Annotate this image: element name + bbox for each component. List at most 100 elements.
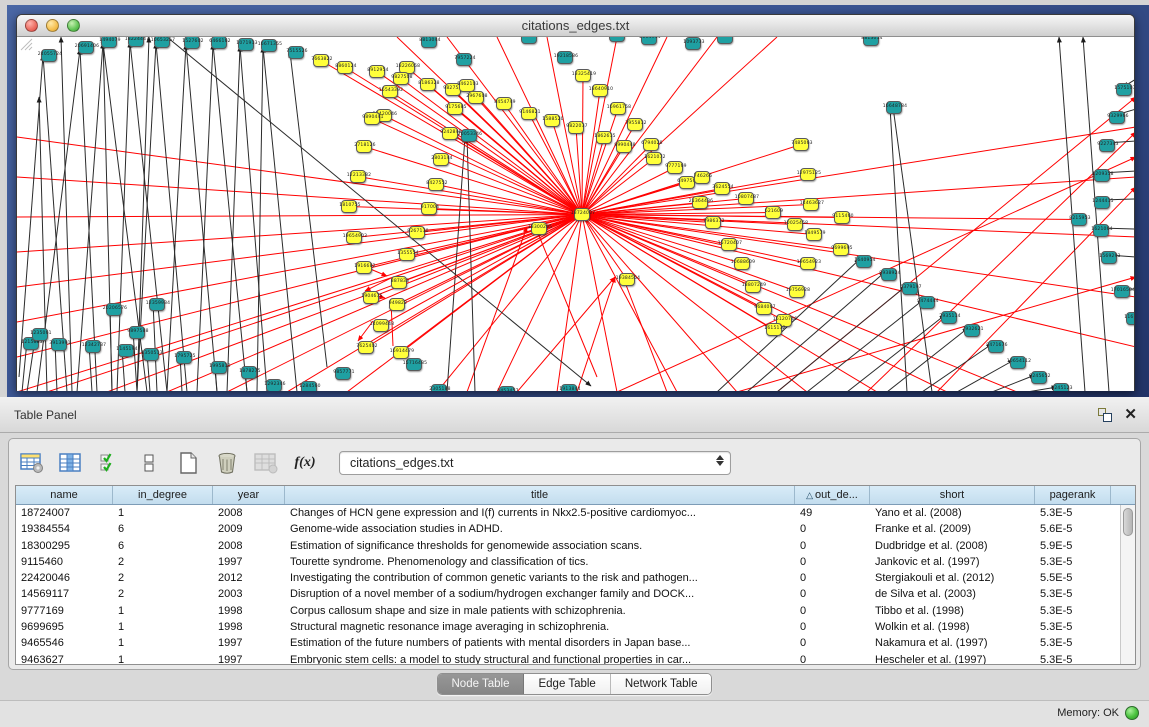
- graph-node[interactable]: 1995810: [211, 361, 227, 374]
- graph-node[interactable]: 1244415: [1094, 196, 1110, 209]
- graph-node[interactable]: 17016504: [1114, 285, 1130, 298]
- graph-node[interactable]: 14463627: [803, 198, 819, 211]
- graph-node[interactable]: 12213382: [350, 170, 366, 183]
- graph-node[interactable]: 1916682: [356, 261, 372, 274]
- graph-node[interactable]: 8813014: [863, 37, 879, 46]
- graph-node[interactable]: 19654903: [346, 231, 362, 244]
- table-select-dropdown[interactable]: citations_edges.txt: [339, 451, 731, 475]
- graph-node[interactable]: 746266: [694, 171, 710, 184]
- column-header-pagerank[interactable]: pagerank: [1035, 486, 1111, 504]
- graph-node[interactable]: 1621064: [1093, 224, 1109, 237]
- row-height-button[interactable]: [136, 450, 162, 476]
- graph-node[interactable]: 10025458: [787, 218, 803, 231]
- table-row[interactable]: 1872400712008Changes of HCN gene express…: [16, 505, 1135, 521]
- column-header-name[interactable]: name: [16, 486, 113, 504]
- graph-node[interactable]: 8267130: [409, 226, 425, 239]
- graph-node[interactable]: 18807249: [745, 280, 761, 293]
- graph-node[interactable]: 1878275: [241, 366, 257, 379]
- column-header-title[interactable]: title: [285, 486, 795, 504]
- table-row[interactable]: 946362711997Embryonic stem cells: a mode…: [16, 652, 1135, 665]
- graph-node[interactable]: 7955812: [627, 118, 643, 131]
- graph-node[interactable]: 9115460: [834, 211, 850, 224]
- graph-node[interactable]: 2803144: [433, 153, 449, 166]
- graph-node[interactable]: 1664874: [521, 37, 537, 44]
- delete-icon[interactable]: [214, 450, 240, 476]
- graph-node[interactable]: 1810755: [341, 200, 357, 213]
- graph-node[interactable]: 7625402: [358, 341, 374, 354]
- tab-edge-table[interactable]: Edge Table: [524, 674, 610, 694]
- graph-node[interactable]: 8938924: [881, 268, 897, 281]
- graph-node[interactable]: 16543392: [382, 85, 398, 98]
- graph-node[interactable]: 10807487: [738, 192, 754, 205]
- graph-node[interactable]: 1209358: [1094, 169, 1110, 182]
- graph-node[interactable]: 8427552: [428, 178, 444, 191]
- graph-node[interactable]: 9146821: [521, 107, 537, 120]
- graph-node[interactable]: 15716485: [406, 358, 422, 371]
- graph-node[interactable]: 8215953: [1071, 213, 1087, 226]
- graph-node[interactable]: 6497568: [679, 176, 695, 189]
- graph-node[interactable]: 1615132: [766, 323, 782, 336]
- tab-network-table[interactable]: Network Table: [611, 674, 712, 694]
- graph-node[interactable]: 20691406: [78, 41, 94, 54]
- graph-node[interactable]: 9245652: [1031, 371, 1047, 384]
- graph-node[interactable]: 19218586: [557, 51, 573, 64]
- graph-node[interactable]: 2064944: [641, 37, 657, 45]
- graph-node[interactable]: 9777169: [667, 161, 683, 174]
- graph-node[interactable]: 9684067: [756, 302, 772, 315]
- graph-node[interactable]: 1235061: [32, 328, 48, 341]
- graph-node[interactable]: 13325419: [575, 69, 591, 82]
- graph-node[interactable]: 16671355: [261, 39, 277, 52]
- graph-node[interactable]: 12975125: [800, 168, 816, 181]
- graph-node[interactable]: 21364436: [692, 196, 708, 209]
- table-row[interactable]: 946554611997Estimation of the future num…: [16, 635, 1135, 651]
- scrollbar-thumb[interactable]: [1123, 508, 1133, 536]
- graph-node[interactable]: 1167531: [1126, 312, 1134, 325]
- graph-node[interactable]: 1588520: [544, 114, 560, 127]
- graph-node[interactable]: 9857771: [335, 367, 351, 380]
- network-window-titlebar[interactable]: citations_edges.txt: [17, 15, 1134, 37]
- column-header-short[interactable]: short: [870, 486, 1035, 504]
- graph-node[interactable]: 7932621: [964, 324, 980, 337]
- graph-node[interactable]: 20053346: [461, 129, 477, 142]
- graph-node[interactable]: 14099448: [373, 319, 389, 332]
- graph-node[interactable]: 1569293: [1101, 251, 1117, 264]
- new-document-button[interactable]: [175, 450, 201, 476]
- graph-node[interactable]: 8471676: [988, 340, 1004, 353]
- graph-node[interactable]: 10654112: [1010, 356, 1026, 369]
- graph-node[interactable]: 6466162: [211, 37, 227, 49]
- graph-node[interactable]: 1355554: [399, 248, 415, 261]
- graph-node[interactable]: 16961758: [610, 102, 626, 115]
- graph-node[interactable]: 3913991: [51, 338, 67, 351]
- close-panel-icon[interactable]: ✕: [1124, 408, 1137, 422]
- graph-node[interactable]: 8186328: [420, 78, 436, 91]
- graph-node[interactable]: 917004: [421, 202, 437, 215]
- graph-node[interactable]: 9827508: [393, 72, 409, 85]
- graph-node[interactable]: 887833: [391, 276, 407, 289]
- graph-node[interactable]: 1145194: [118, 344, 134, 357]
- graph-node[interactable]: 9329966: [1109, 111, 1125, 124]
- graph-node[interactable]: 9897588: [129, 326, 145, 339]
- function-builder-button[interactable]: f(x): [292, 450, 318, 476]
- graph-node[interactable]: 7663822: [313, 54, 329, 67]
- graph-node[interactable]: 9699695: [833, 243, 849, 256]
- select-rows-button[interactable]: [97, 450, 123, 476]
- graph-node[interactable]: 16914479: [393, 346, 409, 359]
- graph-node[interactable]: 1904675: [363, 291, 379, 304]
- graph-node[interactable]: 10688609: [734, 257, 750, 270]
- table-row[interactable]: 2242004622012Investigating the contribut…: [16, 570, 1135, 586]
- show-columns-button[interactable]: [58, 450, 84, 476]
- graph-node[interactable]: 18724007: [574, 208, 590, 221]
- graph-node[interactable]: 1292346: [266, 379, 282, 391]
- table-row[interactable]: 969969511998Structural magnetic resonanc…: [16, 619, 1135, 635]
- graph-node[interactable]: 1350513: [143, 348, 159, 361]
- graph-node[interactable]: 1640954: [856, 255, 872, 268]
- graph-node[interactable]: 9245123: [1053, 383, 1069, 391]
- graph-node[interactable]: 9227343: [1099, 139, 1115, 152]
- graph-node[interactable]: 10653257: [154, 37, 170, 48]
- graph-node[interactable]: 2935114: [941, 311, 957, 324]
- graph-node[interactable]: 8454749: [496, 97, 512, 110]
- graph-node[interactable]: 1284560: [301, 381, 317, 391]
- graph-node[interactable]: 19384554: [619, 273, 635, 286]
- graph-node[interactable]: 1664934: [609, 37, 625, 42]
- graph-node[interactable]: 18224447: [128, 37, 144, 47]
